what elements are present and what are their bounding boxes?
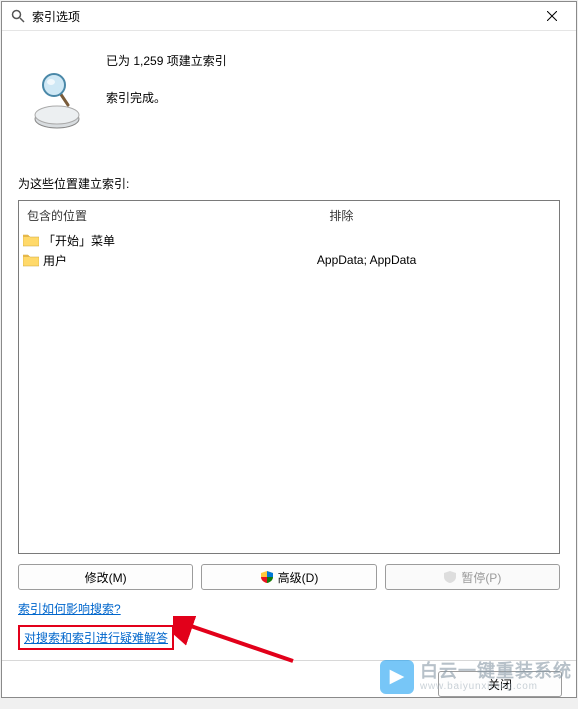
window-title: 索引选项 [32,8,530,25]
list-body[interactable]: 「开始」菜单 用户 AppData; AppData [19,230,559,553]
location-name: 用户 [43,252,67,269]
column-included[interactable]: 包含的位置 [19,201,321,230]
locations-label: 为这些位置建立索引: [18,175,560,192]
shield-icon [443,570,457,584]
titlebar: 索引选项 [2,2,576,31]
bottom-bar: 关闭 [2,660,576,709]
links-section: 索引如何影响搜索? 对搜索和索引进行疑难解答 [18,600,560,650]
advanced-label: 高级(D) [278,569,319,586]
magnifier-icon [10,8,26,24]
index-status: 索引完成。 [106,90,227,107]
list-item[interactable]: 「开始」菜单 [19,230,559,250]
list-header: 包含的位置 排除 [19,201,559,230]
pause-label: 暂停(P) [461,569,501,586]
indexing-options-window: 索引选项 已为 1,259 项建立索引 索引完成。 为这些位置建立索引: [1,1,577,698]
advanced-button[interactable]: 高级(D) [201,564,376,590]
status-text: 已为 1,259 项建立索引 索引完成。 [106,53,227,107]
pause-button: 暂停(P) [385,564,560,590]
annotation-highlight: 对搜索和索引进行疑难解答 [18,625,174,650]
location-exclude: AppData; AppData [317,253,555,267]
shield-icon [260,570,274,584]
content-area: 已为 1,259 项建立索引 索引完成。 为这些位置建立索引: 包含的位置 排除… [2,31,576,660]
magnifier-icon [32,69,82,133]
close-icon[interactable] [530,2,574,30]
list-item[interactable]: 用户 AppData; AppData [19,250,559,270]
button-row: 修改(M) 高级(D) 暂停(P) [18,564,560,590]
indexed-count: 已为 1,259 项建立索引 [106,53,227,70]
close-button[interactable]: 关闭 [438,671,562,697]
troubleshoot-link[interactable]: 对搜索和索引进行疑难解答 [24,631,168,645]
status-section: 已为 1,259 项建立索引 索引完成。 [18,45,560,133]
folder-icon [23,233,39,247]
locations-list: 包含的位置 排除 「开始」菜单 [18,200,560,554]
column-excluded[interactable]: 排除 [321,201,559,230]
modify-button[interactable]: 修改(M) [18,564,193,590]
folder-icon [23,253,39,267]
location-name: 「开始」菜单 [43,232,115,249]
help-link[interactable]: 索引如何影响搜索? [18,600,121,617]
